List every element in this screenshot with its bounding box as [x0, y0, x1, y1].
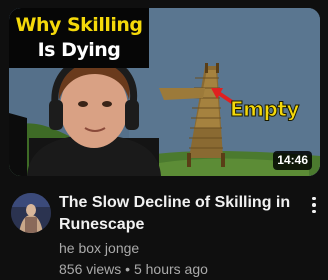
upload-age: 5 hours ago: [133, 261, 208, 277]
thumbnail-annotation: Empty: [230, 97, 300, 122]
video-card[interactable]: Why Skilling Is Dying Empty 14:46 The Sl…: [0, 0, 328, 280]
video-thumbnail[interactable]: Why Skilling Is Dying Empty 14:46: [9, 8, 320, 176]
view-count: 856 views: [59, 261, 122, 277]
thumbnail-title-line2: Is Dying: [37, 39, 121, 61]
avatar-image: [11, 193, 51, 233]
channel-name[interactable]: he box jonge: [59, 239, 139, 257]
channel-avatar[interactable]: [11, 193, 51, 233]
video-title[interactable]: The Slow Decline of Skilling in Runescap…: [59, 192, 294, 236]
video-meta: 856 views • 5 hours ago: [59, 260, 208, 278]
thumbnail-title-box: Why Skilling Is Dying: [9, 8, 149, 68]
more-vert-icon[interactable]: [306, 194, 322, 216]
thumbnail-title-line1: Why Skilling: [15, 14, 143, 36]
duration-badge: 14:46: [273, 151, 312, 170]
meta-separator: •: [125, 261, 131, 277]
